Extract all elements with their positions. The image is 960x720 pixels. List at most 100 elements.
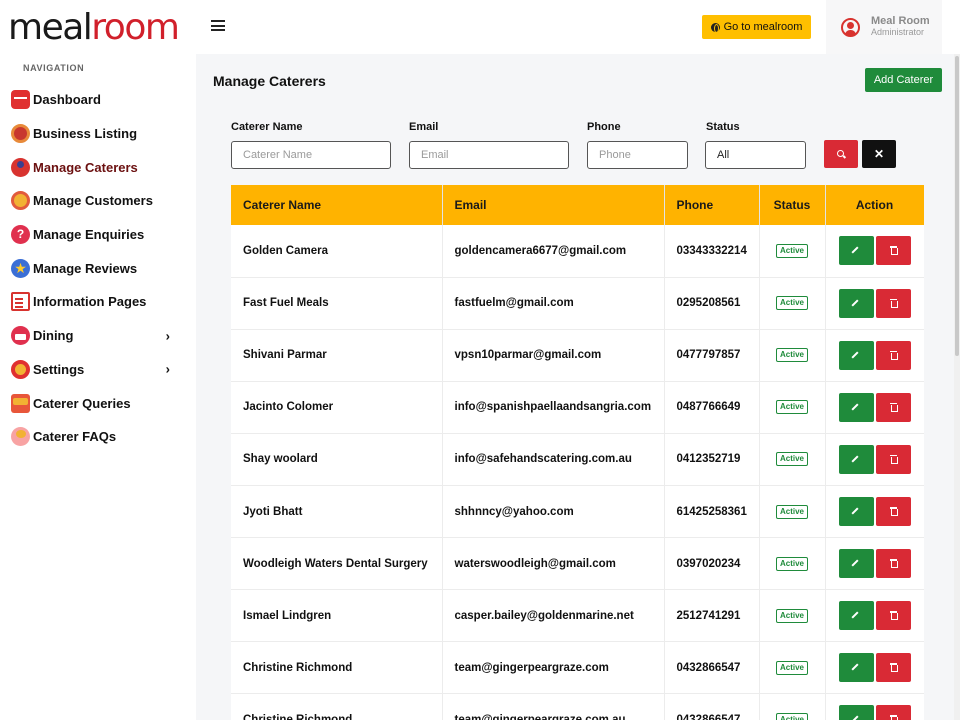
edit-button[interactable] <box>838 340 874 370</box>
edit-button[interactable] <box>838 392 874 422</box>
delete-button[interactable] <box>875 288 911 318</box>
phone-filter-input[interactable] <box>587 141 688 169</box>
column-header-phone[interactable]: Phone <box>664 185 760 225</box>
hamburger-menu-icon[interactable] <box>211 20 225 31</box>
delete-button[interactable] <box>875 236 911 266</box>
status-badge: Active <box>775 504 808 519</box>
email-cell: goldencamera6677@gmail.com <box>442 225 665 278</box>
edit-button[interactable] <box>838 236 874 266</box>
sidebar-item-label: Information Pages <box>33 294 147 310</box>
sidebar-item-label: Caterer Queries <box>33 395 131 411</box>
delete-button[interactable] <box>875 444 911 474</box>
action-cell <box>825 485 924 539</box>
caterer-name-filter-label: Caterer Name <box>231 121 303 133</box>
caterers-icon <box>11 157 30 177</box>
table-row: Woodleigh Waters Dental Surgery waterswoo… <box>231 537 924 591</box>
sidebar-item-label: Manage Enquiries <box>33 227 145 243</box>
add-caterer-button[interactable]: Add Caterer <box>865 68 942 92</box>
status-badge: Active <box>775 452 808 467</box>
phone-cell: 0397020234 <box>664 537 760 591</box>
sidebar-item-caterer-faqs[interactable]: Caterer FAQs <box>0 420 196 454</box>
edit-button[interactable] <box>838 288 874 318</box>
delete-button[interactable] <box>875 392 911 422</box>
user-name: Meal Room <box>871 15 930 27</box>
email-filter-input[interactable] <box>409 141 569 169</box>
column-header-status[interactable]: Status <box>759 185 826 225</box>
status-badge: Active <box>775 712 808 720</box>
caterer-queries-icon <box>11 393 30 413</box>
column-header-email[interactable]: Email <box>442 185 665 225</box>
caterers-table: Caterer Name Email Phone Status Action G… <box>231 185 924 720</box>
status-badge: Active <box>775 608 808 623</box>
edit-button[interactable] <box>838 601 874 631</box>
sidebar-item-settings[interactable]: Settings › <box>0 353 196 387</box>
email-cell: team@gingerpeargraze.com <box>442 641 665 695</box>
search-button[interactable] <box>824 140 858 168</box>
phone-cell: 0432866547 <box>664 641 760 695</box>
table-row: Jyoti Bhatt shhnncy@yahoo.com 61425258361 A… <box>231 485 924 539</box>
mealroom-logo[interactable]: mealroom <box>8 8 180 48</box>
dashboard-icon <box>11 90 30 110</box>
column-header-caterer-name[interactable]: Caterer Name <box>231 185 443 225</box>
phone-cell: 2512741291 <box>664 589 760 643</box>
sidebar-item-dashboard[interactable]: Dashboard <box>0 83 196 117</box>
caterer-name-cell: Ismael Lindgren <box>231 589 443 643</box>
sidebar-item-manage-customers[interactable]: Manage Customers <box>0 184 196 218</box>
sidebar-item-caterer-queries[interactable]: Caterer Queries <box>0 386 196 420</box>
sidebar-item-manage-enquiries[interactable]: ? Manage Enquiries <box>0 218 196 252</box>
dining-icon <box>11 326 30 346</box>
scrollbar-thumb[interactable] <box>955 56 959 356</box>
business-listing-icon <box>11 124 30 144</box>
sidebar-item-manage-reviews[interactable]: ★ Manage Reviews <box>0 251 196 285</box>
table-row: Christine Richmond team@gingerpeargraze.c… <box>231 693 924 720</box>
status-filter-select[interactable] <box>705 141 806 169</box>
phone-cell: 0487766649 <box>664 381 760 434</box>
status-badge: Active <box>775 348 808 363</box>
caterer-name-filter-input[interactable] <box>231 141 391 169</box>
table-row: Shay woolard info@safehandscatering.com.a… <box>231 433 924 486</box>
edit-button[interactable] <box>838 444 874 474</box>
caterer-name-cell: Jacinto Colomer <box>231 381 443 434</box>
table-row: Jacinto Colomer info@spanishpaellaandsang… <box>231 381 924 434</box>
caterer-name-cell: Christine Richmond <box>231 641 443 695</box>
phone-cell: 0295208561 <box>664 277 760 330</box>
sidebar-item-manage-caterers[interactable]: Manage Caterers <box>0 150 196 184</box>
phone-cell: 0477797857 <box>664 329 760 382</box>
caterer-name-cell: Shivani Parmar <box>231 329 443 382</box>
edit-button[interactable] <box>838 549 874 579</box>
page-scrollbar[interactable] <box>954 54 960 720</box>
phone-cell: 61425258361 <box>664 485 760 539</box>
edit-button[interactable] <box>838 705 874 720</box>
delete-button[interactable] <box>875 601 911 631</box>
delete-button[interactable] <box>875 549 911 579</box>
action-cell <box>825 537 924 591</box>
edit-button[interactable] <box>838 653 874 683</box>
delete-button[interactable] <box>875 340 911 370</box>
chevron-right-icon: › <box>165 328 170 344</box>
sidebar-item-information-pages[interactable]: Information Pages <box>0 285 196 319</box>
go-to-mealroom-button[interactable]: Go to mealroom <box>702 15 811 39</box>
delete-button[interactable] <box>875 653 911 683</box>
delete-button[interactable] <box>875 497 911 527</box>
action-cell <box>825 381 924 434</box>
status-badge: Active <box>775 556 808 571</box>
action-cell <box>825 277 924 330</box>
phone-cell: 03343332214 <box>664 225 760 278</box>
delete-button[interactable] <box>875 705 911 720</box>
sidebar-item-dining[interactable]: Dining › <box>0 319 196 353</box>
edit-button[interactable] <box>838 497 874 527</box>
customers-icon <box>11 191 30 211</box>
table-row: Golden Camera goldencamera6677@gmail.com 0… <box>231 225 924 278</box>
caterer-faqs-icon <box>11 427 30 447</box>
email-cell: shhnncy@yahoo.com <box>442 485 665 539</box>
sidebar-nav: Dashboard Business Listing Manage Catere… <box>0 83 196 454</box>
top-bar: Go to mealroom Meal Room Administrator <box>196 0 960 54</box>
page-title: Manage Caterers <box>213 73 326 89</box>
status-badge: Active <box>775 296 808 311</box>
clear-filters-button[interactable]: ✕ <box>862 140 896 168</box>
email-cell: casper.bailey@goldenmarine.net <box>442 589 665 643</box>
user-menu[interactable]: Meal Room Administrator <box>826 0 942 54</box>
status-cell: Active <box>759 433 826 486</box>
sidebar-item-business-listing[interactable]: Business Listing <box>0 117 196 151</box>
phone-cell: 0432866547 <box>664 693 760 720</box>
